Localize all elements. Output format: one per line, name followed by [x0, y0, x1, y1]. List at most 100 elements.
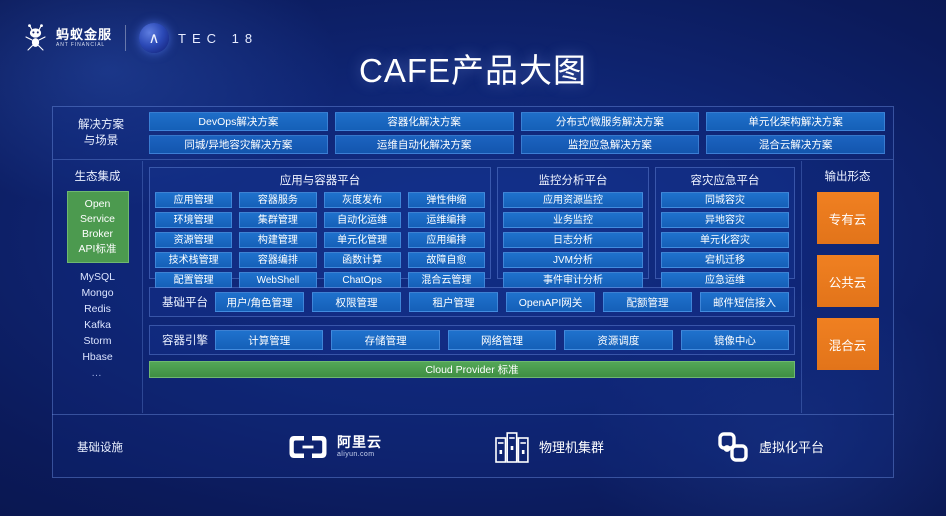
platform-panels: 应用与容器平台 应用管理 容器服务 灰度发布 弹性伸缩 环境管理 集群管理 自动… — [143, 161, 801, 288]
middle-region: 生态集成 Open Service Broker API标准 MySQL Mon… — [53, 161, 893, 413]
solution-chip[interactable]: 单元化架构解决方案 — [706, 112, 885, 131]
app-platform-cell[interactable]: 集群管理 — [239, 212, 317, 228]
osb-line: Broker — [82, 228, 113, 240]
solution-chip[interactable]: 同城/异地容灾解决方案 — [149, 135, 328, 154]
solutions-label: 解决方案 与场景 — [78, 119, 124, 147]
virtualization-item: 虚拟化平台 — [716, 430, 824, 464]
physical-cluster-item: 物理机集群 — [494, 430, 604, 464]
disaster-recovery-title: 容灾应急平台 — [690, 175, 760, 187]
infrastructure-row: 基础设施 阿里云 aliyun.com 物理机集群 虚拟化平台 — [52, 414, 894, 478]
app-platform-cell[interactable]: 运维编排 — [407, 212, 485, 228]
app-platform-cell[interactable]: 技术栈管理 — [155, 252, 233, 268]
monitoring-platform-panel: 监控分析平台 应用资源监控 业务监控 日志分析 JVM分析 事件审计分析 — [497, 167, 649, 288]
app-platform-cell[interactable]: 配置管理 — [155, 272, 233, 288]
ecosystem-item: Mongo — [81, 287, 114, 299]
app-platform-cell[interactable]: 自动化运维 — [323, 212, 401, 228]
disaster-recovery-grid: 同城容灾 异地容灾 单元化容灾 宕机迁移 应急运维 — [661, 192, 789, 288]
cloud-provider-standard-bar: Cloud Provider 标准 — [149, 361, 795, 378]
infrastructure-label: 基础设施 — [77, 441, 123, 454]
output-form-box[interactable]: 混合云 — [816, 318, 879, 370]
base-platform-items: 用户/角色管理 权限管理 租户管理 OpenAPI网关 配额管理 邮件短信接入 — [215, 292, 789, 312]
monitoring-cell[interactable]: 应用资源监控 — [503, 192, 643, 208]
aliyun-name-en: aliyun.com — [337, 451, 375, 458]
base-platform-label: 基础平台 — [162, 297, 208, 309]
base-platform-cell[interactable]: 权限管理 — [312, 292, 401, 312]
disaster-recovery-panel: 容灾应急平台 同城容灾 异地容灾 单元化容灾 宕机迁移 应急运维 — [655, 167, 795, 288]
app-platform-cell[interactable]: ChatOps — [323, 272, 401, 288]
solution-chip[interactable]: 混合云解决方案 — [706, 135, 885, 154]
base-platform-cell[interactable]: 配额管理 — [603, 292, 692, 312]
container-engine-cell[interactable]: 镜像中心 — [680, 330, 790, 350]
virtualization-label: 虚拟化平台 — [759, 440, 825, 455]
osb-line: Open — [84, 198, 111, 210]
ecosystem-item: MySQL — [79, 271, 115, 283]
app-platform-cell[interactable]: 容器服务 — [239, 192, 317, 208]
solutions-chips: DevOps解决方案 容器化解决方案 分布式/微服务解决方案 单元化架构解决方案… — [149, 112, 893, 154]
container-engine-cell[interactable]: 计算管理 — [215, 330, 324, 350]
container-engine-cell[interactable]: 存储管理 — [331, 330, 440, 350]
disaster-recovery-cell[interactable]: 单元化容灾 — [661, 232, 789, 248]
output-forms-caption: 输出形态 — [824, 171, 871, 183]
app-platform-cell[interactable]: 函数计算 — [323, 252, 401, 268]
disaster-recovery-cell[interactable]: 同城容灾 — [661, 192, 789, 208]
monitoring-cell[interactable]: 日志分析 — [503, 232, 643, 248]
physical-cluster-label: 物理机集群 — [539, 440, 605, 455]
app-platform-cell[interactable]: 构建管理 — [239, 232, 317, 248]
monitoring-platform-grid: 应用资源监控 业务监控 日志分析 JVM分析 事件审计分析 — [503, 192, 643, 288]
ecosystem-item-more: … — [91, 367, 104, 379]
ecosystem-column: 生态集成 Open Service Broker API标准 MySQL Mon… — [53, 161, 143, 413]
monitoring-cell[interactable]: 事件审计分析 — [503, 272, 643, 288]
base-platform-cell[interactable]: OpenAPI网关 — [506, 292, 595, 312]
aliyun-cloud-icon — [289, 435, 327, 458]
app-platform-cell[interactable]: 应用管理 — [155, 192, 233, 208]
osb-line: API标准 — [78, 243, 117, 255]
app-platform-cell[interactable]: 资源管理 — [155, 232, 233, 248]
osb-line: Service — [79, 213, 115, 225]
infrastructure-items: 阿里云 aliyun.com 物理机集群 虚拟化平台 — [148, 430, 894, 464]
base-platform-row: 基础平台 用户/角色管理 权限管理 租户管理 OpenAPI网关 配额管理 邮件… — [149, 287, 795, 317]
container-engine-label: 容器引擎 — [162, 335, 208, 347]
solution-chip[interactable]: 分布式/微服务解决方案 — [520, 112, 700, 131]
disaster-recovery-cell[interactable]: 宕机迁移 — [661, 252, 789, 268]
container-engine-cell[interactable]: 资源调度 — [564, 330, 673, 350]
ecosystem-item: Storm — [83, 335, 112, 347]
output-form-box[interactable]: 专有云 — [816, 192, 879, 244]
app-platform-cell[interactable]: 故障自愈 — [407, 252, 485, 268]
container-engine-row: 容器引擎 计算管理 存储管理 网络管理 资源调度 镜像中心 — [149, 325, 795, 355]
app-platform-cell[interactable]: 弹性伸缩 — [407, 192, 485, 208]
monitoring-cell[interactable]: 业务监控 — [503, 212, 643, 228]
aliyun-item: 阿里云 aliyun.com — [288, 433, 382, 461]
solution-chip[interactable]: 容器化解决方案 — [334, 112, 514, 131]
output-form-box[interactable]: 公共云 — [816, 255, 879, 307]
solution-chip[interactable]: 运维自动化解决方案 — [334, 135, 514, 154]
app-platform-cell[interactable]: 环境管理 — [155, 212, 233, 228]
base-platform-cell[interactable]: 用户/角色管理 — [215, 292, 304, 312]
brand-name-cn: 蚂蚁金服 — [56, 27, 113, 42]
ecosystem-item: Redis — [84, 303, 111, 315]
solution-chip[interactable]: DevOps解决方案 — [149, 112, 328, 131]
center-column: 应用与容器平台 应用管理 容器服务 灰度发布 弹性伸缩 环境管理 集群管理 自动… — [143, 161, 801, 413]
app-container-platform-panel: 应用与容器平台 应用管理 容器服务 灰度发布 弹性伸缩 环境管理 集群管理 自动… — [149, 167, 491, 288]
app-platform-cell[interactable]: 单元化管理 — [323, 232, 401, 248]
solutions-row: 解决方案 与场景 DevOps解决方案 容器化解决方案 分布式/微服务解决方案 … — [53, 107, 893, 160]
app-platform-cell[interactable]: 混合云管理 — [407, 272, 485, 288]
solutions-row-2: 同城/异地容灾解决方案 运维自动化解决方案 监控应急解决方案 混合云解决方案 — [149, 135, 885, 154]
base-platform-cell[interactable]: 邮件短信接入 — [700, 292, 789, 312]
output-forms-column: 输出形态 专有云 公共云 混合云 — [801, 161, 893, 413]
ecosystem-item: Hbase — [82, 351, 113, 363]
aliyun-name-cn: 阿里云 — [337, 434, 382, 450]
solution-chip[interactable]: 监控应急解决方案 — [520, 135, 700, 154]
app-platform-cell[interactable]: 容器编排 — [239, 252, 317, 268]
container-engine-cell[interactable]: 网络管理 — [447, 330, 557, 350]
ecosystem-caption: 生态集成 — [74, 171, 121, 183]
base-platform-cell[interactable]: 租户管理 — [409, 292, 498, 312]
disaster-recovery-cell[interactable]: 应急运维 — [661, 272, 789, 288]
monitoring-cell[interactable]: JVM分析 — [503, 252, 643, 268]
app-platform-cell[interactable]: 灰度发布 — [323, 192, 401, 208]
disaster-recovery-cell[interactable]: 异地容灾 — [661, 212, 789, 228]
app-platform-cell[interactable]: WebShell — [239, 272, 317, 288]
ecosystem-item-list: MySQL Mongo Redis Kafka Storm Hbase … — [80, 270, 115, 380]
monitoring-platform-title: 监控分析平台 — [538, 175, 608, 187]
open-service-broker-box[interactable]: Open Service Broker API标准 — [66, 191, 129, 263]
app-platform-cell[interactable]: 应用编排 — [407, 232, 485, 248]
